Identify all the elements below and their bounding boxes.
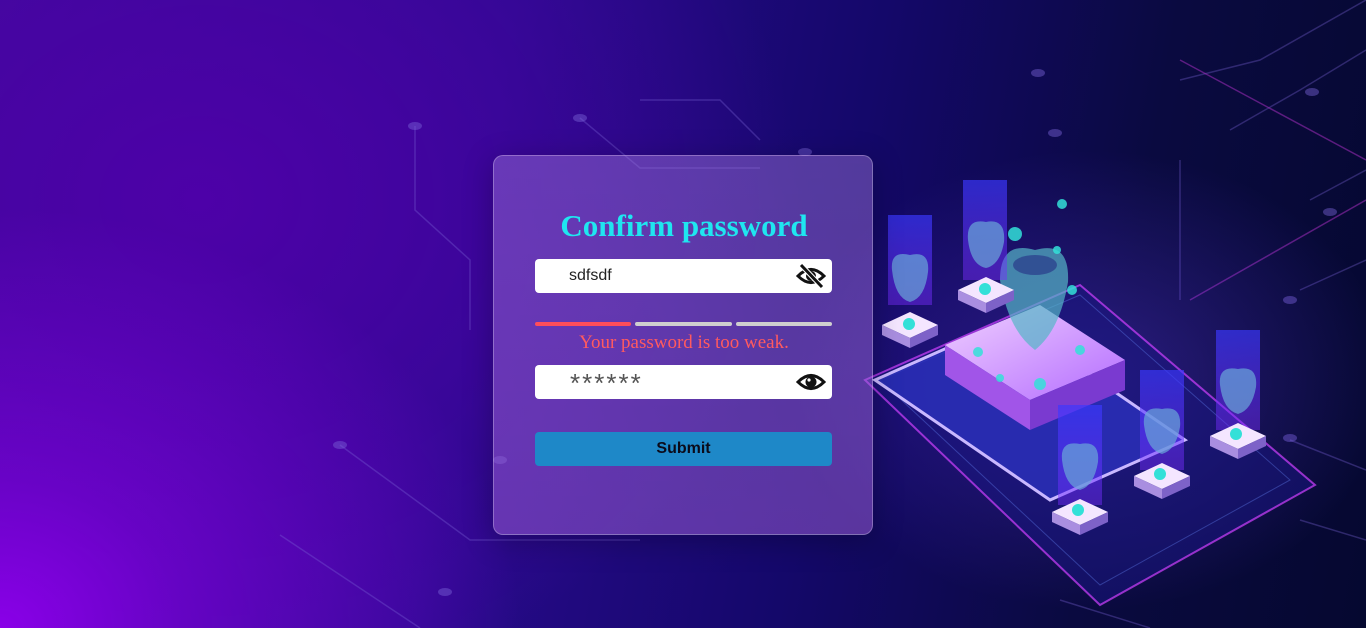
strength-message: Your password is too weak. (579, 332, 789, 353)
confirm-password-field[interactable]: ****** (535, 365, 832, 399)
strength-segment-2 (635, 322, 732, 326)
password-strength-meter (535, 322, 832, 326)
password-field[interactable] (535, 259, 832, 293)
confirm-password-card: Confirm password Your password is too we… (493, 155, 873, 535)
strength-segment-3 (736, 322, 832, 326)
submit-button[interactable]: Submit (535, 432, 832, 466)
confirm-password-masked-value[interactable]: ****** (570, 368, 643, 399)
eye-slash-icon[interactable] (795, 262, 827, 290)
form-title: Confirm password (560, 208, 808, 243)
strength-segment-1 (535, 322, 631, 326)
password-input[interactable] (569, 259, 789, 293)
eye-icon[interactable] (795, 368, 827, 396)
